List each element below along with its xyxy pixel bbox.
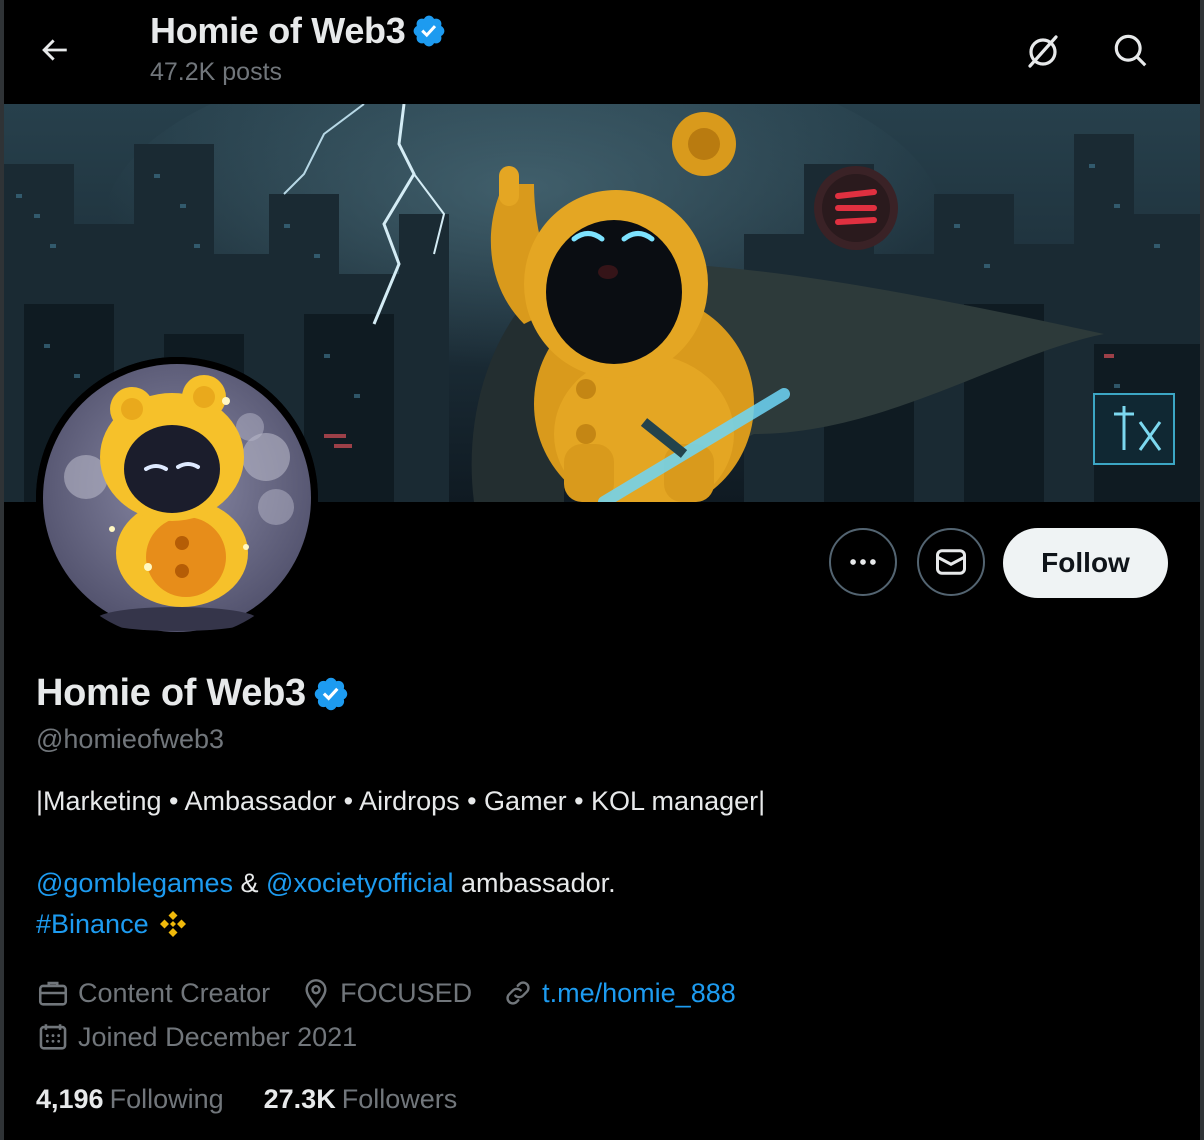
bio-amp: &: [233, 868, 267, 898]
link-icon: [506, 981, 530, 1005]
bio-suffix: ambassador.: [453, 868, 616, 898]
binance-logo-icon: [159, 911, 186, 937]
verified-badge-icon[interactable]: [312, 675, 350, 713]
location-text: FOCUSED: [340, 977, 473, 1008]
more-icon: [850, 559, 876, 565]
follow-button[interactable]: Follow: [1003, 528, 1168, 598]
meta-website[interactable]: t.me/homie_888: [502, 977, 736, 1009]
verified-badge-icon: [414, 15, 445, 47]
website-link[interactable]: t.me/homie_888: [542, 978, 736, 1009]
profile-joined-row: Joined December 2021: [36, 1020, 387, 1054]
briefcase-icon: [38, 981, 68, 1006]
bio-mention-gomblegames[interactable]: @gomblegames: [36, 868, 233, 898]
grok-icon: [1028, 35, 1058, 68]
followers-stat[interactable]: 27.3K Followers: [264, 1084, 458, 1115]
followers-label: Followers: [341, 1084, 458, 1114]
search-button[interactable]: [1106, 26, 1156, 76]
location-pin-icon: [305, 979, 327, 1009]
meta-joined: Joined December 2021: [36, 1020, 357, 1054]
grok-button[interactable]: [1018, 26, 1068, 76]
profile-name: Homie of Web3: [36, 672, 306, 714]
avatar-image: [36, 357, 318, 639]
following-label: Following: [109, 1084, 224, 1114]
joined-text: Joined December 2021: [78, 1021, 358, 1052]
more-options-button[interactable]: [829, 528, 897, 596]
frame-border-right: [1200, 0, 1204, 1140]
bio-line-3: #Binance: [36, 908, 189, 940]
posts-count: 47.2K posts: [150, 58, 283, 86]
back-button[interactable]: [28, 24, 80, 76]
search-icon: [1114, 34, 1147, 67]
profile-header: Homie of Web3 47.2K posts: [4, 0, 1200, 104]
profile-avatar[interactable]: [36, 357, 318, 639]
back-arrow-icon: [42, 39, 67, 61]
bio-line-1: |Marketing • Ambassador • Airdrops • Gam…: [36, 786, 766, 816]
bio-mention-xocietyofficial[interactable]: @xocietyofficial: [266, 868, 453, 898]
header-title-block: Homie of Web3 47.2K posts: [150, 10, 447, 87]
following-count: 4,196: [36, 1084, 104, 1114]
bio-hashtag-binance[interactable]: #Binance: [36, 909, 149, 940]
calendar-icon: [39, 1024, 67, 1050]
message-icon: [936, 549, 966, 575]
profile-handle: @homieofweb3: [36, 724, 225, 754]
category-text: Content Creator: [78, 977, 271, 1008]
profile-name-row: Homie of Web3: [36, 672, 350, 715]
message-button[interactable]: [917, 528, 985, 596]
profile-meta-row: Content Creator FOCUSED t.me/homie_888: [36, 976, 766, 1010]
meta-category: Content Creator: [36, 976, 270, 1010]
header-title: Homie of Web3: [150, 10, 406, 51]
bio-line-2: @gomblegames & @xocietyofficial ambassad…: [36, 868, 616, 899]
followers-count: 27.3K: [263, 1084, 336, 1114]
follow-stats: 4,196 Following 27.3K Followers: [36, 1084, 497, 1115]
meta-location: FOCUSED: [300, 977, 472, 1009]
following-stat[interactable]: 4,196 Following: [36, 1084, 224, 1115]
